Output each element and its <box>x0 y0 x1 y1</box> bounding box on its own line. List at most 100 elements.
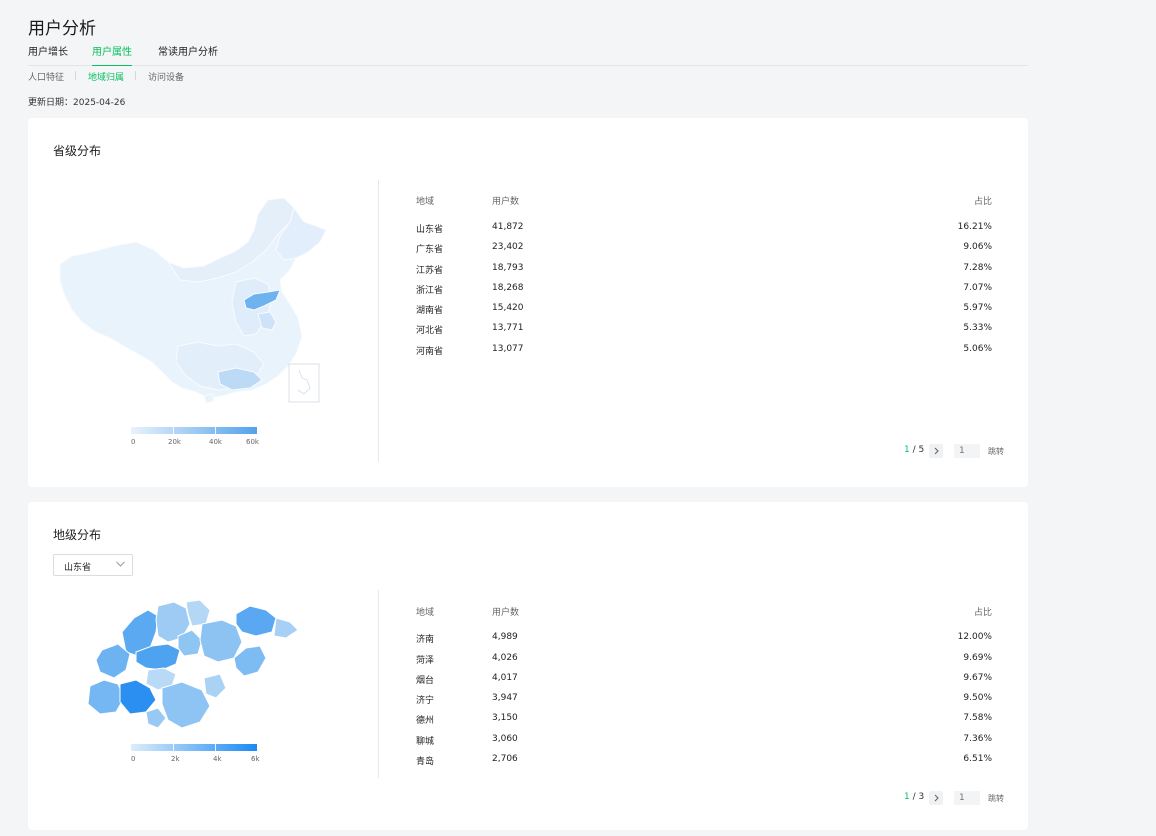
row-region: 济南 <box>416 635 435 645</box>
province-select[interactable]: 山东省 <box>53 554 133 576</box>
legend-tick <box>215 427 216 434</box>
tab-user-growth[interactable]: 用户增长 <box>28 46 68 66</box>
col-users: 用户数 <box>492 197 520 207</box>
next-page-button[interactable] <box>929 791 943 805</box>
row-users: 13,771 <box>492 323 524 333</box>
page-input[interactable] <box>954 791 980 805</box>
col-region: 地域 <box>416 197 435 207</box>
map-region-liaocheng <box>95 643 131 679</box>
table-row: 烟台 4,017 9.67% <box>416 673 992 689</box>
row-ratio: 5.97% <box>963 303 992 313</box>
jump-button[interactable]: 跳转 <box>988 446 1004 457</box>
row-region: 山东省 <box>416 225 444 235</box>
jump-button[interactable]: 跳转 <box>988 793 1004 804</box>
next-page-button[interactable] <box>929 444 943 458</box>
row-ratio: 5.06% <box>963 344 992 354</box>
select-value: 山东省 <box>64 563 92 573</box>
table-row: 河北省 13,771 5.33% <box>416 323 992 339</box>
china-map[interactable] <box>58 196 330 404</box>
map-region-rizhao <box>203 673 227 699</box>
map-region-weihai <box>273 617 299 639</box>
province-table: 地域 用户数 占比 山东省 41,872 16.21% 广东省 23,402 9.06%… <box>416 194 992 364</box>
map-region-zaozhuang <box>145 707 167 729</box>
province-title: 省级分布 <box>53 144 102 158</box>
legend-gradient <box>131 744 257 751</box>
subtab-divider <box>135 71 136 80</box>
subtab-divider <box>75 71 76 80</box>
pager-total: 5 <box>918 445 925 455</box>
tab-user-attributes[interactable]: 用户属性 <box>92 46 132 66</box>
update-date: 更新日期：2025-04-26 <box>28 95 125 108</box>
pager-total: 3 <box>918 792 925 802</box>
col-ratio: 占比 <box>973 608 992 618</box>
chevron-down-icon <box>116 561 125 567</box>
pager-sep: / <box>909 445 919 455</box>
subtab-region[interactable]: 地域归属 <box>88 70 124 83</box>
page-title: 用户分析 <box>28 19 96 39</box>
table-row: 浙江省 18,268 7.07% <box>416 283 992 299</box>
table-row: 湖南省 15,420 5.97% <box>416 303 992 319</box>
map-region-yantai <box>235 605 277 637</box>
city-title: 地级分布 <box>53 528 102 542</box>
row-ratio: 12.00% <box>957 632 992 642</box>
south-sea-inset <box>288 363 320 403</box>
row-region: 菏泽 <box>416 656 435 666</box>
row-users: 13,077 <box>492 344 524 354</box>
page-input[interactable] <box>954 444 980 458</box>
row-users: 3,150 <box>492 713 518 723</box>
city-legend: 0 2k 4k 6k <box>131 744 271 766</box>
row-users: 2,706 <box>492 754 518 764</box>
row-users: 15,420 <box>492 303 524 313</box>
legend-label: 0 <box>131 438 136 446</box>
table-row: 山东省 41,872 16.21% <box>416 222 992 238</box>
row-ratio: 16.21% <box>957 222 992 232</box>
table-row: 菏泽 4,026 9.69% <box>416 653 992 669</box>
pager-status: 1 / 5 <box>904 445 924 455</box>
province-pager: 1 / 5 跳转 <box>904 444 1008 460</box>
province-card: 省级分布 0 20k 40k 60k 地域 用户数 占比 山东省 41,872 16… <box>28 118 1028 487</box>
city-card: 地级分布 山东省 0 2k 4k 6k 地域 用户数 占比 济南 4,989 1… <box>28 502 1028 830</box>
main-tabs: 用户增长 用户属性 常读用户分析 <box>28 44 1028 66</box>
map-region-weifang <box>199 619 243 663</box>
row-region: 广东省 <box>416 245 444 255</box>
legend-label: 60k <box>246 438 259 446</box>
tab-frequent-readers[interactable]: 常读用户分析 <box>158 46 218 66</box>
row-ratio: 7.36% <box>963 734 992 744</box>
row-region: 济宁 <box>416 696 435 706</box>
subtab-demographics[interactable]: 人口特征 <box>28 70 64 83</box>
row-ratio: 9.69% <box>963 653 992 663</box>
legend-label: 20k <box>168 438 181 446</box>
row-region: 河北省 <box>416 326 444 336</box>
pager-sep: / <box>909 792 919 802</box>
shandong-map[interactable] <box>86 596 300 734</box>
pager-status: 1 / 3 <box>904 792 924 802</box>
row-users: 3,060 <box>492 734 518 744</box>
card-divider <box>378 180 379 462</box>
row-users: 3,947 <box>492 693 518 703</box>
legend-tick <box>215 744 216 751</box>
chevron-right-icon <box>934 794 939 802</box>
row-region: 青岛 <box>416 757 435 767</box>
row-region: 烟台 <box>416 676 435 686</box>
update-date-value: 2025-04-26 <box>73 98 126 108</box>
row-users: 4,017 <box>492 673 518 683</box>
subtab-devices[interactable]: 访问设备 <box>148 70 184 83</box>
col-region: 地域 <box>416 608 435 618</box>
legend-label: 0 <box>131 755 136 763</box>
map-region-linyi <box>161 681 211 729</box>
map-region-hainan <box>203 393 215 404</box>
table-row: 广东省 23,402 9.06% <box>416 242 992 258</box>
province-legend: 0 20k 40k 60k <box>131 427 271 449</box>
row-ratio: 7.07% <box>963 283 992 293</box>
chevron-right-icon <box>934 447 939 455</box>
row-users: 18,268 <box>492 283 524 293</box>
card-divider <box>378 590 379 778</box>
legend-tick <box>173 744 174 751</box>
city-pager: 1 / 3 跳转 <box>904 791 1008 807</box>
row-region: 浙江省 <box>416 286 444 296</box>
row-ratio: 9.67% <box>963 673 992 683</box>
col-ratio: 占比 <box>973 197 992 207</box>
row-region: 江苏省 <box>416 266 444 276</box>
row-users: 4,026 <box>492 653 518 663</box>
city-table: 地域 用户数 占比 济南 4,989 12.00% 菏泽 4,026 9.69% 烟台 4… <box>416 605 992 775</box>
